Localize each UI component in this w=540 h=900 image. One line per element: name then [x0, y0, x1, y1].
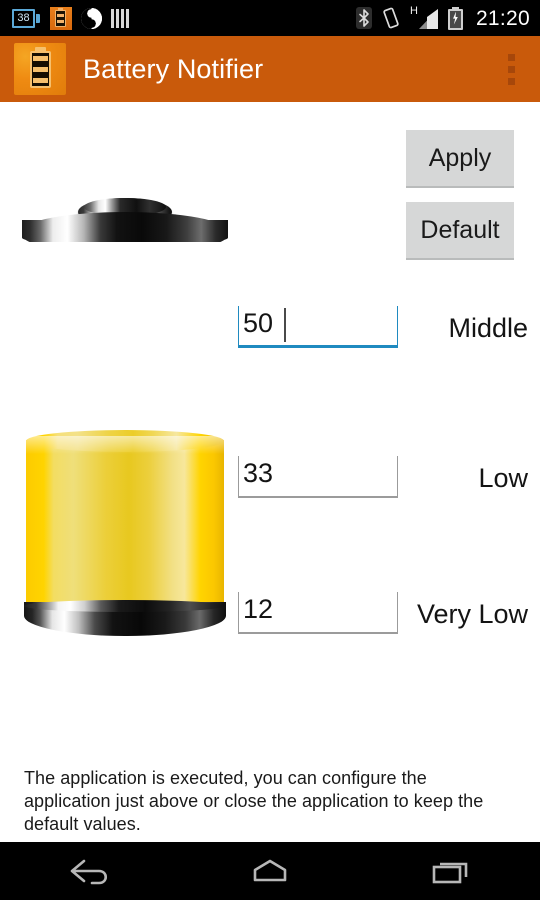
recents-button[interactable] — [360, 842, 540, 900]
battery-fill-top-ellipse — [26, 430, 224, 452]
field-row-low: Low — [238, 438, 534, 498]
text-caret — [284, 308, 286, 342]
very-low-threshold-input[interactable] — [238, 592, 398, 634]
home-button[interactable] — [180, 842, 360, 900]
status-bar: 38 H 21:20 — [0, 0, 540, 36]
main-content: Apply Default Middle Low Very Low The ap… — [0, 102, 540, 842]
battery-fill-section — [26, 440, 224, 616]
signal-icon: H — [409, 5, 438, 29]
sync-glyph-icon — [81, 7, 102, 29]
battery-level-illustration — [22, 198, 228, 636]
status-bar-right-icons: H 21:20 — [355, 5, 530, 30]
charging-battery-icon — [447, 6, 463, 30]
network-type-label: H — [409, 5, 418, 17]
battery-notifier-icon — [50, 6, 72, 30]
battery-saver-level: 38 — [17, 11, 30, 24]
overflow-menu-icon[interactable] — [494, 45, 528, 93]
very-low-threshold-label: Very Low — [416, 599, 528, 629]
bluetooth-icon — [355, 7, 372, 29]
bars-icon — [111, 8, 129, 28]
battery-base-highlight — [24, 600, 226, 612]
vibrate-icon — [382, 7, 400, 29]
default-button[interactable]: Default — [406, 202, 514, 260]
middle-threshold-input[interactable] — [238, 306, 398, 348]
status-message: The application is executed, you can con… — [24, 768, 484, 834]
low-threshold-label: Low — [478, 463, 528, 493]
field-row-middle: Middle — [238, 288, 534, 348]
battery-saver-icon: 38 — [12, 8, 41, 28]
battery-empty-section — [26, 242, 224, 442]
low-threshold-input[interactable] — [238, 456, 398, 498]
app-battery-icon — [14, 43, 66, 95]
navigation-bar — [0, 842, 540, 900]
status-bar-clock: 21:20 — [475, 6, 530, 30]
middle-threshold-label: Middle — [448, 313, 528, 343]
back-button[interactable] — [0, 842, 180, 900]
app-bar: Battery Notifier — [0, 36, 540, 102]
status-bar-left-icons: 38 — [12, 6, 356, 30]
apply-button[interactable]: Apply — [406, 130, 514, 188]
field-row-very-low: Very Low — [238, 574, 534, 634]
app-screen: 38 H 21:20 Battery Notifier Apply Defaul… — [0, 0, 540, 900]
page-title: Battery Notifier — [83, 53, 264, 84]
